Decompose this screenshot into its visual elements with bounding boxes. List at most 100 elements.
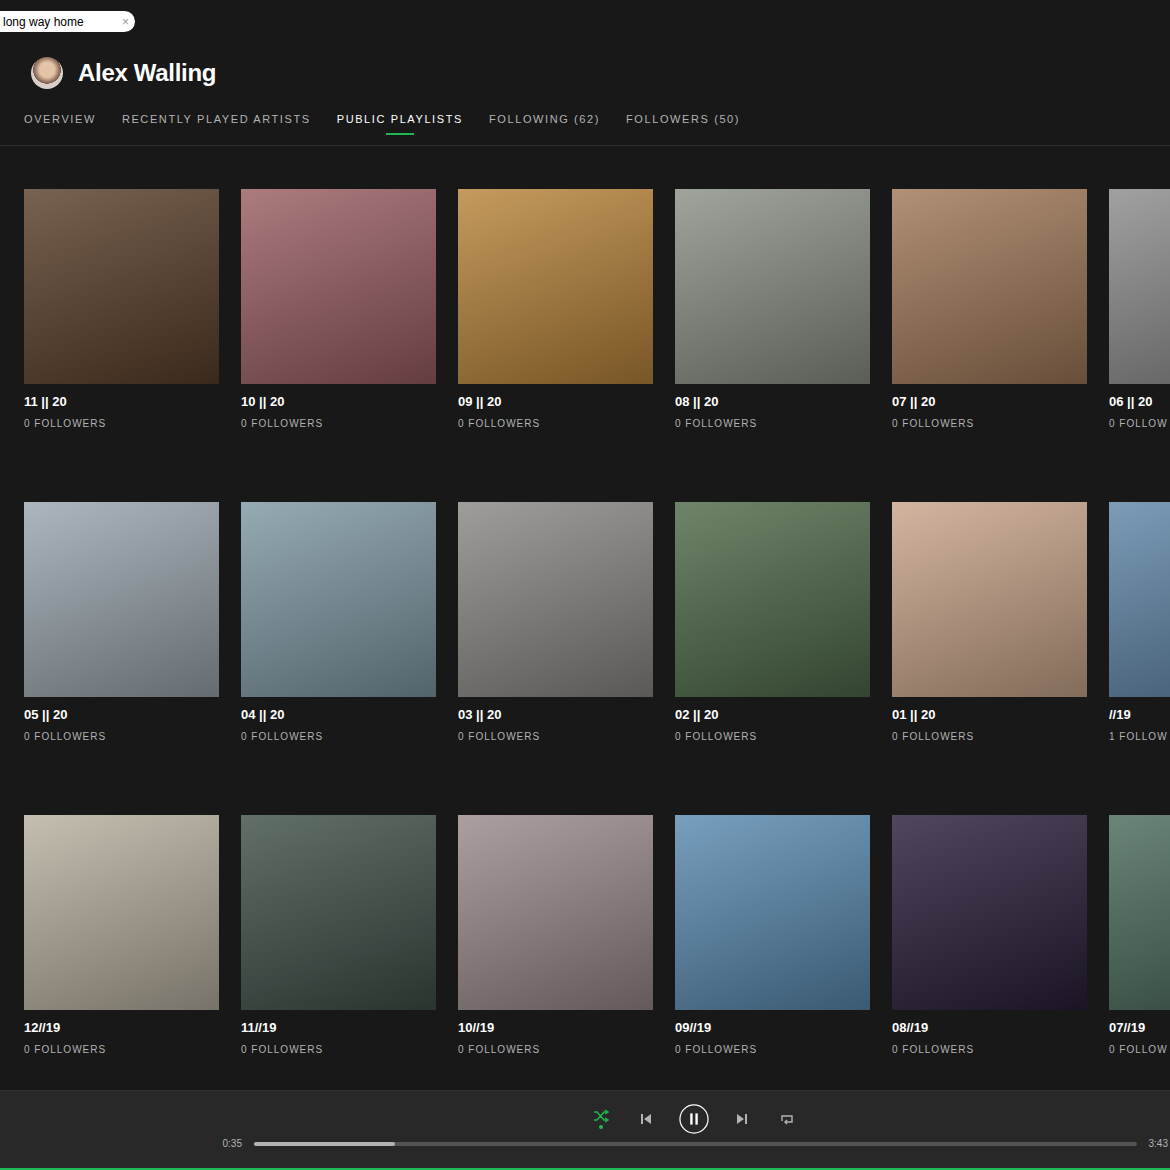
playlist-title[interactable]: 09//19: [675, 1020, 870, 1036]
playlist-cover[interactable]: [675, 189, 870, 384]
search-value[interactable]: long way home: [3, 15, 84, 29]
playlist-title[interactable]: 12//19: [24, 1020, 219, 1036]
playlist-title[interactable]: 10//19: [458, 1020, 653, 1036]
tab[interactable]: PUBLIC PLAYLISTS: [337, 113, 463, 145]
playlist-card[interactable]: 03 || 20 0 FOLLOWERS: [458, 502, 653, 743]
playlist-followers: 0 FOLLOWERS: [241, 730, 436, 743]
playlist-cover[interactable]: [241, 189, 436, 384]
playlist-title[interactable]: 08 || 20: [675, 394, 870, 410]
playlist-followers: 0 FOLLOWERS: [458, 417, 653, 430]
playlist-cover[interactable]: [892, 502, 1087, 697]
playlist-card[interactable]: 12//190 FOLLOWERS: [24, 815, 219, 1056]
playlist-card[interactable]: 08 || 200 FOLLOWERS: [675, 189, 870, 430]
previous-icon[interactable]: [634, 1104, 658, 1134]
playlist-card[interactable]: 04 || 20 0 FOLLOWERS: [241, 502, 436, 743]
playlist-followers: 1 FOLLOW: [1109, 730, 1170, 743]
playlist-cover[interactable]: [675, 502, 870, 697]
playlist-followers: 0 FOLLOW: [1109, 1043, 1170, 1056]
playlist-card[interactable]: 09 || 20 0 FOLLOWERS: [458, 189, 653, 430]
progress-row: 0:353:43: [218, 1138, 1170, 1149]
playlist-cover[interactable]: [892, 815, 1087, 1010]
playlist-card[interactable]: //19 1 FOLLOW: [1109, 502, 1170, 743]
tab-underline: [202, 133, 230, 135]
tab-label[interactable]: FOLLOWING (62): [489, 113, 600, 125]
playlist-title[interactable]: 08//19: [892, 1020, 1087, 1036]
playlist-card[interactable]: 07//19 0 FOLLOW: [1109, 815, 1170, 1056]
playlist-cover[interactable]: [24, 189, 219, 384]
playlist-card[interactable]: 02 || 20 0 FOLLOWERS: [675, 502, 870, 743]
playlist-followers: 0 FOLLOWERS: [675, 1043, 870, 1056]
repeat-icon[interactable]: [775, 1104, 799, 1134]
playlist-cover[interactable]: [1109, 189, 1170, 384]
playlist-title[interactable]: 07//19: [1109, 1020, 1170, 1036]
playlist-card[interactable]: 05 || 200 FOLLOWERS: [24, 502, 219, 743]
playlist-cover[interactable]: [241, 502, 436, 697]
progress-track[interactable]: [254, 1142, 1137, 1146]
playlist-followers: 0 FOLLOWERS: [675, 730, 870, 743]
playlist-title[interactable]: 05 || 20: [24, 707, 219, 723]
playlist-card[interactable]: 07 || 20 0 FOLLOWERS: [892, 189, 1087, 430]
tab-label[interactable]: PUBLIC PLAYLISTS: [337, 113, 463, 125]
profile-name: Alex Walling: [78, 59, 216, 87]
tab-underline: [531, 133, 559, 135]
tab[interactable]: OVERVIEW: [24, 113, 96, 145]
playlist-followers: 0 FOLLOWERS: [892, 417, 1087, 430]
playlist-cover[interactable]: [458, 189, 653, 384]
playlist-title[interactable]: 04 || 20: [241, 707, 436, 723]
search-field[interactable]: long way home ×: [0, 11, 135, 32]
shuffle-icon[interactable]: [589, 1104, 613, 1134]
playlist-cover[interactable]: [24, 502, 219, 697]
pause-icon[interactable]: [679, 1104, 709, 1134]
playlist-cover[interactable]: [241, 815, 436, 1010]
playlist-card[interactable]: 01 || 200 FOLLOWERS: [892, 502, 1087, 743]
playlist-title[interactable]: 07 || 20: [892, 394, 1087, 410]
playlist-title[interactable]: 09 || 20: [458, 394, 653, 410]
tab-underline: [386, 133, 414, 135]
tab[interactable]: RECENTLY PLAYED ARTISTS: [122, 113, 311, 145]
playlist-title[interactable]: 06 || 20: [1109, 394, 1170, 410]
playlist-title[interactable]: 01 || 20: [892, 707, 1087, 723]
tab[interactable]: FOLLOWERS (50): [626, 113, 740, 145]
playlist-title[interactable]: 03 || 20: [458, 707, 653, 723]
playlist-followers: 0 FOLLOWERS: [24, 417, 219, 430]
avatar-icon[interactable]: [31, 57, 63, 89]
playlist-grid: 11 || 200 FOLLOWERS10 || 200 FOLLOWERS09…: [0, 146, 1170, 1056]
player-bar: 0:353:43: [0, 1090, 1170, 1170]
playlist-title[interactable]: //19: [1109, 707, 1170, 723]
playlist-card[interactable]: 08//19 0 FOLLOWERS: [892, 815, 1087, 1056]
playlist-cover[interactable]: [24, 815, 219, 1010]
playlist-card[interactable]: 09//19 0 FOLLOWERS: [675, 815, 870, 1056]
tab-bar: OVERVIEW RECENTLY PLAYED ARTISTS PUBLIC PL…: [0, 89, 1170, 146]
playlist-title[interactable]: 02 || 20: [675, 707, 870, 723]
playlist-cover[interactable]: [1109, 815, 1170, 1010]
playlist-card[interactable]: 10 || 20 0 FOLLOWERS: [241, 189, 436, 430]
playlist-followers: 0 FOLLOWERS: [458, 730, 653, 743]
tab-label[interactable]: OVERVIEW: [24, 113, 96, 125]
tab-underline: [46, 133, 74, 135]
profile-page: long way home × Alex Walling OVERVIEW RECENT…: [0, 0, 1170, 1090]
playlist-title[interactable]: 11//19: [241, 1020, 436, 1036]
shuffle-on-dot: [599, 1125, 603, 1129]
tab-underline: [669, 133, 697, 135]
playlist-card[interactable]: 06 || 200 FOLLOW: [1109, 189, 1170, 430]
playlist-card[interactable]: 10//190 FOLLOWERS: [458, 815, 653, 1056]
tab[interactable]: FOLLOWING (62): [489, 113, 600, 145]
clear-icon[interactable]: ×: [122, 15, 129, 29]
tab-label[interactable]: RECENTLY PLAYED ARTISTS: [122, 113, 311, 125]
playlist-title[interactable]: 10 || 20: [241, 394, 436, 410]
playlist-cover[interactable]: [1109, 502, 1170, 697]
playlist-card[interactable]: 11 || 20 0 FOLLOWERS: [24, 189, 219, 430]
progress-fill: [254, 1142, 395, 1146]
playlist-cover[interactable]: [458, 502, 653, 697]
playback-controls: [218, 1104, 1170, 1134]
next-icon[interactable]: [730, 1104, 754, 1134]
tab-label[interactable]: FOLLOWERS (50): [626, 113, 740, 125]
duration-time: 3:43: [1149, 1138, 1168, 1149]
playlist-card[interactable]: 11//190 FOLLOWERS: [241, 815, 436, 1056]
playlist-followers: 0 FOLLOWERS: [892, 1043, 1087, 1056]
playlist-cover[interactable]: [675, 815, 870, 1010]
playlist-cover[interactable]: [892, 189, 1087, 384]
playlist-followers: 0 FOLLOWERS: [241, 417, 436, 430]
playlist-title[interactable]: 11 || 20: [24, 394, 219, 410]
playlist-cover[interactable]: [458, 815, 653, 1010]
